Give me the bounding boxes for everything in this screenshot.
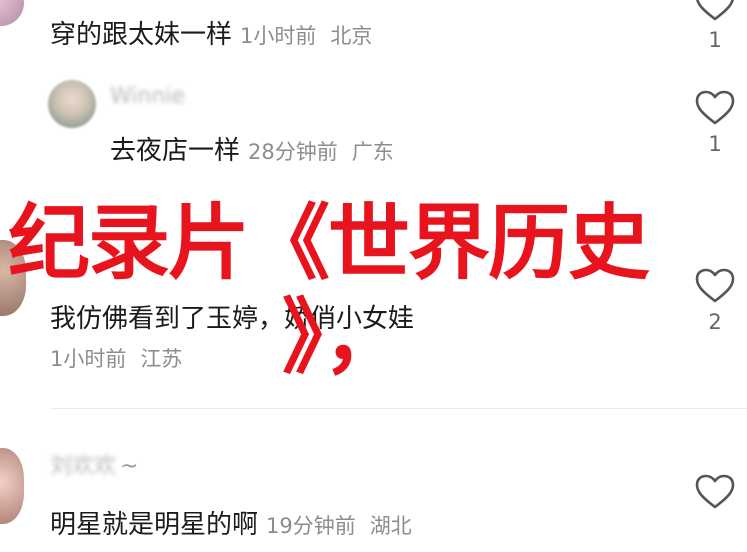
like-button[interactable]: [693, 474, 737, 510]
comment-text: 明星就是明星的啊 19分钟前 湖北: [50, 510, 412, 540]
heart-icon: [695, 90, 735, 125]
comment-location: 北京: [330, 24, 373, 48]
avatar[interactable]: [0, 0, 24, 26]
avatar[interactable]: [48, 80, 96, 128]
like-count: 1: [708, 132, 722, 156]
comment-text: 穿的跟太妹一样 1小时前 北京: [50, 20, 373, 50]
overlay-title-line1: 纪录片《世界历史: [8, 196, 650, 291]
comment-location: 江苏: [140, 347, 183, 371]
like-count: 2: [708, 310, 722, 334]
divider: [50, 408, 747, 409]
comment-text: 去夜店一样 28分钟前 广东: [110, 136, 394, 166]
username-row: 刘欢欢 ~: [50, 448, 138, 480]
heart-icon: [695, 474, 735, 509]
heart-icon: [695, 268, 735, 303]
like-button[interactable]: 1: [693, 0, 737, 52]
username[interactable]: Winnie: [110, 84, 185, 109]
comment-meta: 1小时前 江苏: [50, 343, 182, 373]
comment-time: 1小时前: [50, 347, 127, 371]
comment-location: 广东: [351, 140, 394, 164]
username[interactable]: 刘欢欢: [50, 454, 116, 479]
overlay-title-line2: 》，: [282, 290, 406, 385]
username-suffix: ~: [120, 454, 139, 479]
heart-icon: [696, 0, 734, 21]
avatar[interactable]: [0, 448, 24, 524]
comment-time: 28分钟前: [248, 140, 338, 164]
like-button[interactable]: 2: [693, 268, 737, 334]
comment-time: 19分钟前: [266, 514, 356, 538]
like-button[interactable]: 1: [693, 90, 737, 156]
comment-location: 湖北: [369, 514, 412, 538]
like-count: 1: [708, 28, 722, 52]
comment-time: 1小时前: [240, 24, 317, 48]
